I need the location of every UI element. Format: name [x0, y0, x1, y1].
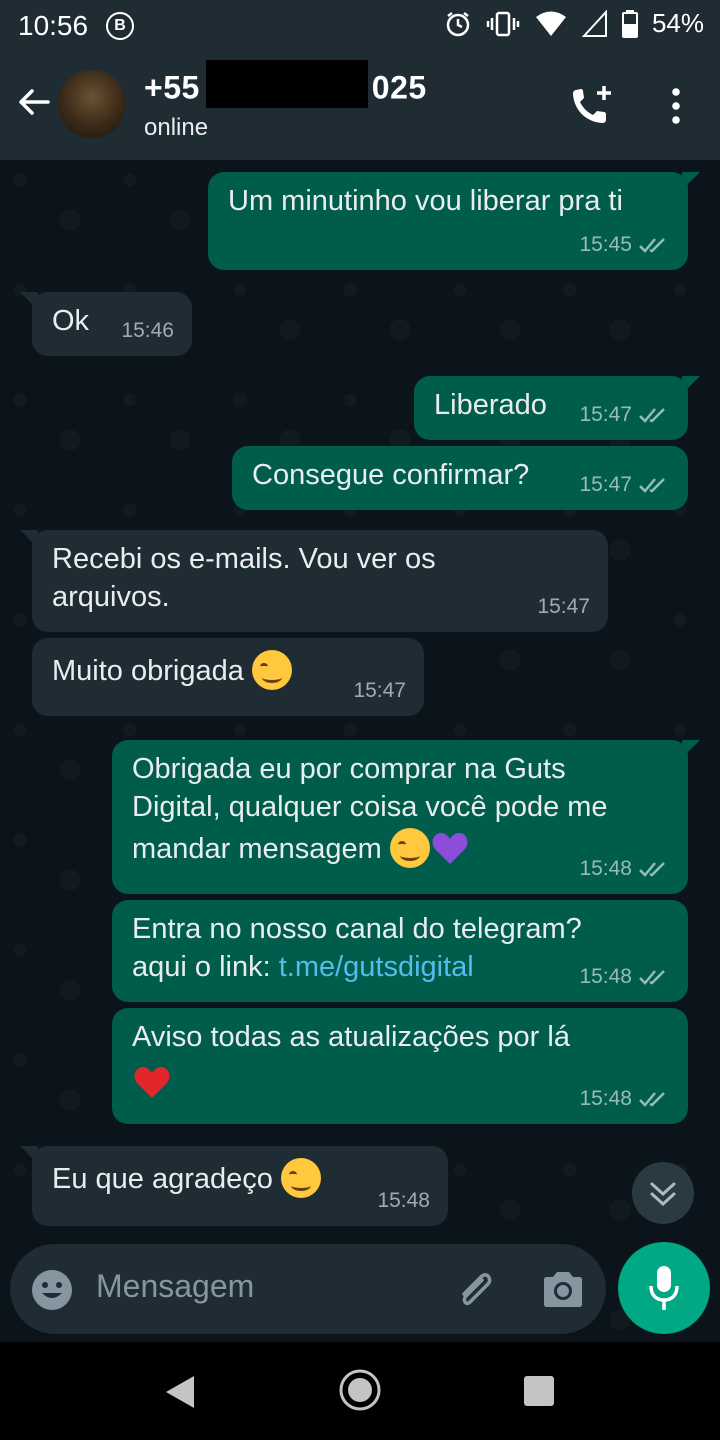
message-meta: 15:48: [579, 850, 670, 888]
message-bubble[interactable]: Eu que agradeço 15:48: [20, 1146, 448, 1226]
nav-recents-icon[interactable]: [524, 1376, 554, 1406]
smiling-blush-emoji-icon: [280, 1158, 321, 1199]
redaction-block: [205, 60, 368, 108]
red-heart-emoji-icon: [134, 1067, 170, 1098]
double-chevron-down-icon: [650, 1182, 676, 1207]
contact-name-prefix: +55: [144, 69, 200, 106]
message-input-bar: Mensagem: [10, 1244, 606, 1334]
vibrate-icon: [486, 11, 520, 36]
battery-percent: 54%: [651, 8, 704, 38]
signal-icon: [581, 9, 607, 37]
message-meta: 15:47: [537, 588, 590, 626]
double-check-icon: [639, 862, 665, 877]
message-bubble[interactable]: Um minutinho vou liberar pra ti 15:45: [208, 172, 700, 270]
message-text: Aviso todas as atualizações por lá: [132, 1021, 570, 1053]
status-icons: 54%: [444, 8, 704, 39]
b-notification-icon: B: [106, 12, 134, 40]
status-bar: 10:56 B 54%: [0, 0, 720, 52]
message-bubble[interactable]: Obrigada eu por comprar na Guts Digital,…: [112, 740, 700, 894]
message-time: 15:48: [579, 857, 632, 880]
message-meta: 15:47: [579, 396, 670, 434]
message-text-row: Eu que agradeço: [52, 1158, 428, 1200]
more-vert-icon[interactable]: [664, 86, 688, 126]
message-time: 15:45: [579, 233, 632, 256]
message-bubble[interactable]: Liberado 15:47: [414, 376, 700, 440]
message-time: 15:47: [579, 473, 632, 496]
avatar[interactable]: [58, 70, 126, 138]
message-time: 15:48: [579, 965, 632, 988]
message-text-line: Digital, qualquer coisa você pode me: [132, 791, 608, 823]
double-check-icon: [639, 1092, 665, 1107]
message-bubble[interactable]: Muito obrigada 15:47: [32, 638, 424, 716]
smiling-blush-emoji-icon: [251, 650, 292, 691]
message-bubble[interactable]: Aviso todas as atualizações por lá 15:48: [112, 1008, 688, 1124]
message-meta: 15:48: [579, 1080, 670, 1118]
smiling-face-emoji-icon: [389, 828, 430, 869]
message-time: 15:47: [579, 403, 632, 426]
message-text-line: Recebi os e-mails. Vou ver os: [52, 543, 436, 575]
status-time: 10:56: [18, 10, 89, 41]
message-text-line: aqui o link:: [132, 951, 279, 983]
message-bubble[interactable]: Entra no nosso canal do telegram? aqui o…: [112, 900, 688, 1002]
double-check-icon: [639, 478, 665, 493]
contact-status: online: [144, 114, 209, 141]
message-time: 15:47: [353, 679, 406, 702]
message-meta: 15:45: [579, 226, 670, 264]
message-text-line: mandar mensagem: [132, 833, 382, 865]
message-meta: 15:46: [121, 312, 174, 350]
paperclip-icon[interactable]: [452, 1266, 500, 1314]
camera-icon[interactable]: [540, 1268, 586, 1310]
system-nav-bar: [0, 1342, 720, 1440]
message-text-line: arquivos.: [52, 581, 170, 613]
message-input[interactable]: Mensagem: [96, 1268, 254, 1305]
emoji-picker-icon[interactable]: [30, 1268, 74, 1312]
message-time: 15:46: [121, 319, 174, 342]
message-time: 15:48: [579, 1087, 632, 1110]
message-text: Um minutinho vou liberar pra ti: [228, 185, 623, 217]
message-meta: 15:48: [579, 958, 670, 996]
message-bubble[interactable]: Ok 15:46: [20, 292, 192, 356]
purple-heart-emoji-icon: [432, 833, 468, 865]
message-meta: 15:48: [377, 1182, 430, 1220]
message-text-row: Muito obrigada: [52, 650, 404, 692]
message-bubble[interactable]: Consegue confirmar? 15:47: [232, 446, 688, 510]
double-check-icon: [639, 408, 665, 423]
chat-header: +55 025 online: [0, 52, 720, 160]
scroll-to-bottom-button[interactable]: [632, 1162, 694, 1224]
contact-name[interactable]: +55 025: [144, 60, 427, 114]
nav-home-icon[interactable]: [338, 1368, 382, 1412]
contact-name-suffix: 025: [371, 69, 427, 106]
message-time: 15:47: [537, 595, 590, 618]
chat-area[interactable]: Um minutinho vou liberar pra ti 15:45 Ok…: [0, 160, 720, 1340]
message-text-line: Obrigada eu por comprar na Guts: [132, 753, 566, 785]
telegram-link[interactable]: t.me/gutsdigital: [279, 951, 474, 983]
double-check-icon: [639, 970, 665, 985]
back-arrow-icon[interactable]: [12, 80, 56, 124]
double-check-icon: [639, 238, 665, 253]
add-call-icon[interactable]: [568, 84, 616, 128]
message-meta: 15:47: [579, 466, 670, 504]
message-bubble[interactable]: Recebi os e-mails. Vou ver os arquivos. …: [20, 530, 608, 632]
message-text: Eu que agradeço: [52, 1163, 273, 1195]
message-time: 15:48: [377, 1189, 430, 1212]
nav-back-icon[interactable]: [164, 1374, 196, 1410]
wifi-icon: [535, 11, 566, 36]
alarm-icon: [446, 11, 470, 36]
message-text: Muito obrigada: [52, 655, 244, 687]
message-text-line: Entra no nosso canal do telegram?: [132, 913, 582, 945]
microphone-icon: [649, 1266, 679, 1310]
message-meta: 15:47: [353, 672, 406, 710]
voice-record-button[interactable]: [618, 1242, 710, 1334]
battery-icon: [621, 9, 638, 38]
